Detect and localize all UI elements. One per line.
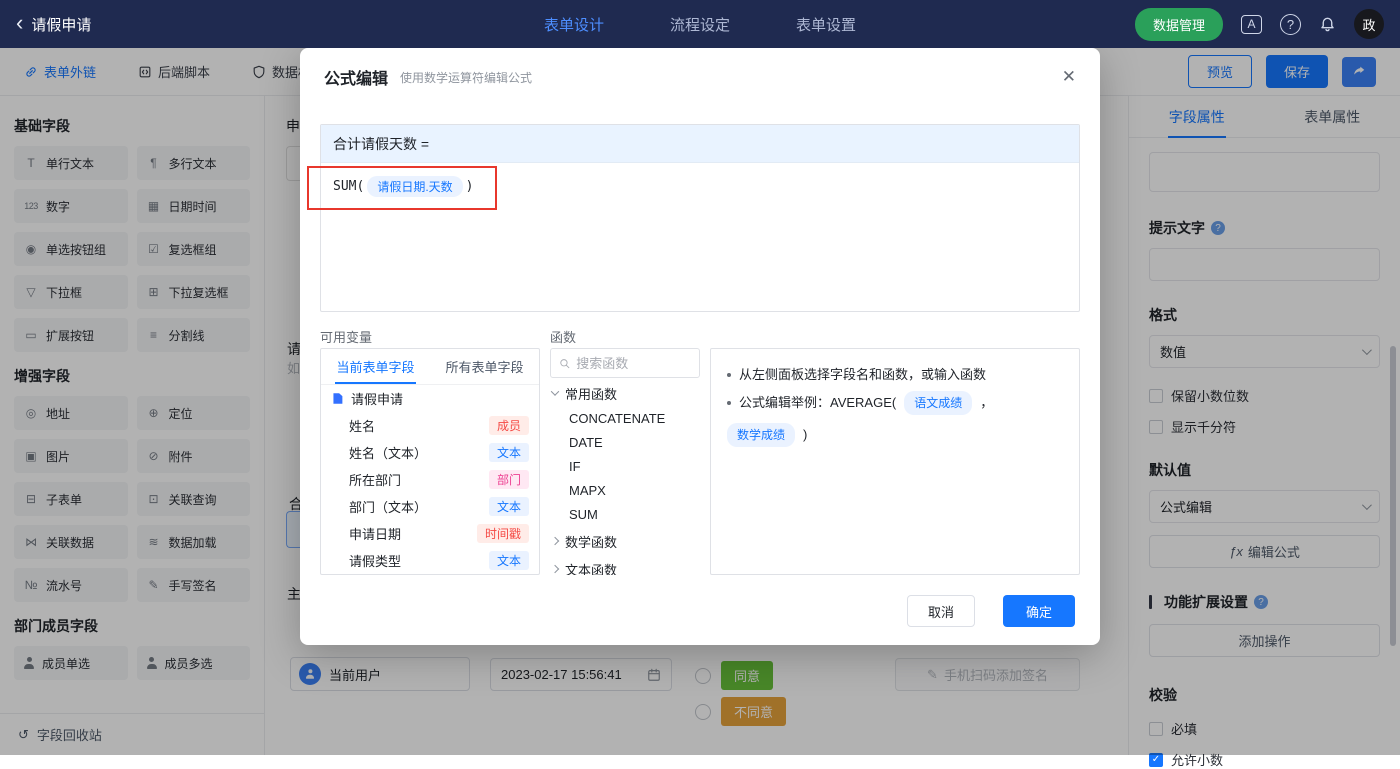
variables-tabs: 当前表单字段 所有表单字段	[321, 349, 539, 385]
tab-form-setting[interactable]: 表单设置	[796, 14, 856, 35]
chevron-right-icon	[551, 537, 559, 545]
function-item[interactable]: IF	[550, 454, 700, 478]
function-group-math[interactable]: 数学函数	[550, 528, 700, 554]
modal-title: 公式编辑	[324, 65, 388, 89]
formula-function-text: SUM(	[333, 179, 364, 194]
formula-input-area[interactable]: SUM( 请假日期.天数 )	[321, 163, 1079, 210]
variable-name: 所在部门	[349, 470, 401, 489]
chevron-right-icon	[551, 565, 559, 573]
variable-name: 申请日期	[349, 524, 401, 543]
confirm-button[interactable]: 确定	[1003, 595, 1075, 627]
function-item[interactable]: SUM	[550, 502, 700, 526]
help-icon[interactable]: ?	[1280, 14, 1301, 35]
function-group-label: 文本函数	[565, 560, 617, 576]
bullet-icon	[727, 401, 731, 405]
variable-row[interactable]: 姓名（文本） 文本	[321, 439, 539, 466]
help-example-prefix: 公式编辑举例：AVERAGE(	[739, 393, 896, 413]
function-item[interactable]: DATE	[550, 430, 700, 454]
function-search-input[interactable]	[576, 356, 691, 371]
variables-section-label: 可用变量	[320, 327, 372, 346]
variable-row[interactable]: 请假类型 文本	[321, 547, 539, 574]
formula-help-panel: 从左侧面板选择字段名和函数，或输入函数 公式编辑举例：AVERAGE( 语文成绩…	[710, 348, 1080, 575]
variable-row[interactable]: 部门（文本） 文本	[321, 493, 539, 520]
variable-type-tag: 部门	[489, 470, 529, 489]
topbar: ‹ 请假申请 表单设计 流程设定 表单设置 数据管理 A ? 政	[0, 0, 1400, 48]
translate-icon[interactable]: A	[1241, 15, 1262, 34]
help-tip-1: 从左侧面板选择字段名和函数，或输入函数	[727, 365, 1063, 385]
formula-close-paren: )	[466, 179, 474, 194]
function-group-common[interactable]: 常用函数	[550, 380, 700, 406]
function-group-text[interactable]: 文本函数	[550, 556, 700, 575]
variable-name: 姓名	[349, 416, 375, 435]
variable-type-tag: 文本	[489, 443, 529, 462]
formula-target: 合计请假天数 =	[321, 125, 1079, 163]
data-manage-button[interactable]: 数据管理	[1135, 8, 1223, 41]
file-icon	[331, 392, 344, 405]
tab-current-form-fields[interactable]: 当前表单字段	[321, 349, 430, 384]
main-tabs: 表单设计 流程设定 表单设置	[544, 14, 856, 35]
variable-tree-root[interactable]: 请假申请	[321, 385, 539, 412]
formula-field-chip[interactable]: 请假日期.天数	[367, 176, 462, 197]
function-item[interactable]: CONCATENATE	[550, 406, 700, 430]
variable-row[interactable]: 申请日期 时间戳	[321, 520, 539, 547]
modal-footer: 取消 确定	[907, 595, 1075, 627]
function-search[interactable]	[550, 348, 700, 378]
variable-type-tag: 时间戳	[477, 524, 529, 543]
variable-type-tag: 文本	[489, 551, 529, 570]
help-tip-2: 公式编辑举例：AVERAGE( 语文成绩 ， 数学成绩 )	[727, 391, 1063, 447]
bell-icon[interactable]	[1319, 16, 1336, 33]
variable-name: 部门（文本）	[349, 497, 427, 516]
modal-subtitle: 使用数学运算符编辑公式	[400, 69, 532, 86]
close-icon[interactable]: ✕	[1062, 67, 1076, 87]
variable-root-label: 请假申请	[351, 389, 403, 408]
help-example-suffix: )	[803, 425, 807, 445]
back-chevron-icon[interactable]: ‹	[16, 12, 23, 34]
user-avatar[interactable]: 政	[1354, 9, 1384, 39]
example-field-chip: 语文成绩	[904, 391, 972, 415]
function-group-label: 常用函数	[565, 384, 617, 403]
breadcrumb[interactable]: ‹ 请假申请	[16, 14, 91, 35]
example-field-chip: 数学成绩	[727, 423, 795, 447]
formula-target-label: 合计请假天数 =	[333, 134, 429, 154]
function-group-label: 数学函数	[565, 532, 617, 551]
formula-editor: 合计请假天数 = SUM( 请假日期.天数 )	[320, 124, 1080, 312]
function-item[interactable]: MAPX	[550, 478, 700, 502]
help-tip-text: 从左侧面板选择字段名和函数，或输入函数	[739, 365, 986, 385]
functions-section-label: 函数	[550, 327, 576, 346]
modal-header: 公式编辑 使用数学运算符编辑公式 ✕	[300, 48, 1100, 106]
variable-name: 姓名（文本）	[349, 443, 427, 462]
variable-row[interactable]: 所在部门 部门	[321, 466, 539, 493]
chevron-down-icon	[551, 387, 559, 395]
bullet-icon	[727, 373, 731, 377]
functions-panel: 常用函数 CONCATENATE DATE IF MAPX SUM 数学函数 文…	[550, 348, 700, 575]
variable-type-tag: 文本	[489, 497, 529, 516]
tab-flow-setting[interactable]: 流程设定	[670, 14, 730, 35]
variable-row[interactable]: 姓名 成员	[321, 412, 539, 439]
help-example-comma: ，	[980, 393, 993, 413]
search-icon	[559, 357, 570, 370]
variable-name: 请假类型	[349, 551, 401, 570]
variables-panel: 当前表单字段 所有表单字段 请假申请 姓名成员 姓名（文本）文本 所在部门部门 …	[320, 348, 540, 575]
formula-edit-modal: 公式编辑 使用数学运算符编辑公式 ✕ 合计请假天数 = SUM( 请假日期.天数…	[300, 48, 1100, 645]
tab-form-design[interactable]: 表单设计	[544, 14, 604, 35]
page-title: 请假申请	[31, 14, 91, 35]
variable-type-tag: 成员	[489, 416, 529, 435]
cancel-button[interactable]: 取消	[907, 595, 975, 627]
tab-all-form-fields[interactable]: 所有表单字段	[430, 349, 539, 384]
